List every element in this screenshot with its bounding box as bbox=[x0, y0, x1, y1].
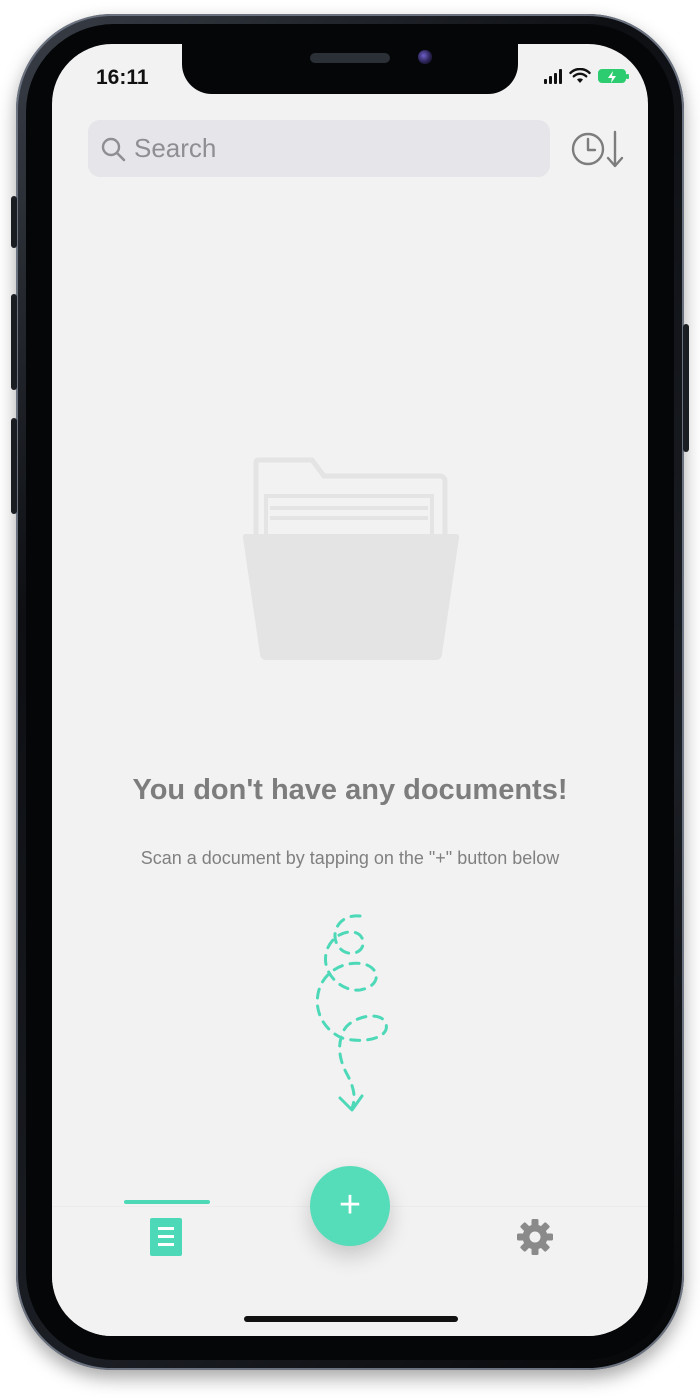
wifi-icon bbox=[569, 68, 591, 83]
phone-mute-switch bbox=[11, 196, 17, 248]
notch bbox=[182, 44, 518, 94]
phone-volume-up bbox=[11, 294, 17, 390]
status-time: 16:11 bbox=[96, 66, 149, 89]
add-document-button[interactable]: + bbox=[310, 1166, 390, 1246]
add-icon: + bbox=[338, 1183, 362, 1226]
phone-volume-down bbox=[11, 418, 17, 514]
search-icon bbox=[101, 137, 126, 161]
tab-active-indicator bbox=[124, 1200, 210, 1204]
cellular-signal-icon bbox=[544, 68, 562, 84]
battery-charging-icon bbox=[598, 69, 629, 83]
speaker bbox=[310, 53, 390, 63]
camera bbox=[418, 50, 432, 64]
status-icons bbox=[544, 68, 629, 84]
folder-icon bbox=[242, 457, 460, 660]
search-input[interactable]: Search bbox=[134, 133, 216, 164]
clock-sort-icon[interactable] bbox=[570, 129, 628, 169]
search-bar[interactable]: Search bbox=[88, 120, 550, 177]
gear-icon[interactable] bbox=[516, 1218, 554, 1256]
home-indicator bbox=[244, 1316, 458, 1322]
dashed-arrow-icon bbox=[315, 914, 388, 1112]
phone-power-button bbox=[683, 324, 689, 452]
app-screen: 16:11 Search You don't have any document… bbox=[52, 44, 648, 1336]
document-list-icon[interactable] bbox=[150, 1218, 182, 1256]
empty-state-subtitle: Scan a document by tapping on the "+" bu… bbox=[140, 848, 560, 868]
empty-state-title: You don't have any documents! bbox=[132, 774, 568, 806]
